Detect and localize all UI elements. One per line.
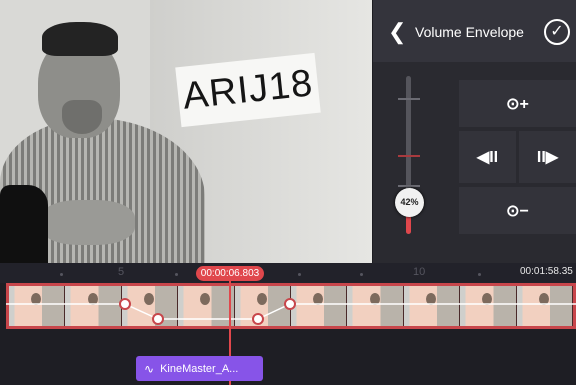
chevron-left-icon[interactable]: ❮ — [388, 19, 408, 45]
slider-tick — [398, 155, 420, 157]
audio-clip[interactable]: ∿ KineMaster_A... — [136, 356, 263, 381]
current-time-badge: 00:00:06.803 — [196, 266, 264, 281]
panel-title: Volume Envelope — [415, 24, 524, 40]
envelope-keyframe[interactable] — [152, 313, 164, 325]
volume-slider-knob[interactable]: 42% — [395, 188, 424, 217]
waveform-icon: ∿ — [144, 361, 155, 376]
ruler-dot — [478, 273, 481, 276]
envelope-keyframe[interactable] — [119, 298, 131, 310]
remove-keyframe-button[interactable]: ⊙− — [459, 187, 576, 234]
ruler-dot — [360, 273, 363, 276]
check-circle-icon[interactable]: ✓ — [544, 19, 570, 45]
person-beard — [62, 100, 102, 134]
ruler-dot — [60, 273, 63, 276]
next-keyframe-button[interactable]: II▶ — [519, 131, 576, 183]
audio-clip-label: KineMaster_A... — [160, 362, 239, 375]
prev-keyframe-button[interactable]: ◀II — [459, 131, 516, 183]
ruler-dot — [298, 273, 301, 276]
slider-tick — [398, 185, 420, 187]
ruler-label: 5 — [118, 266, 125, 278]
person-hands — [40, 200, 135, 245]
microphone — [0, 185, 48, 263]
person-cap — [42, 22, 118, 56]
slider-tick — [398, 98, 420, 100]
sign-text: ARIJ18 — [180, 61, 316, 118]
ruler-dot — [175, 273, 178, 276]
ruler-label: 10 — [413, 266, 426, 278]
envelope-keyframe[interactable] — [284, 298, 296, 310]
volume-envelope-line — [6, 298, 576, 325]
envelope-keyframe[interactable] — [252, 313, 264, 325]
add-keyframe-button[interactable]: ⊙+ — [459, 80, 576, 127]
total-duration: 00:01:58.35 — [520, 266, 573, 277]
time-ruler[interactable] — [0, 263, 576, 283]
video-preview[interactable]: ARIJ18 — [0, 0, 372, 263]
